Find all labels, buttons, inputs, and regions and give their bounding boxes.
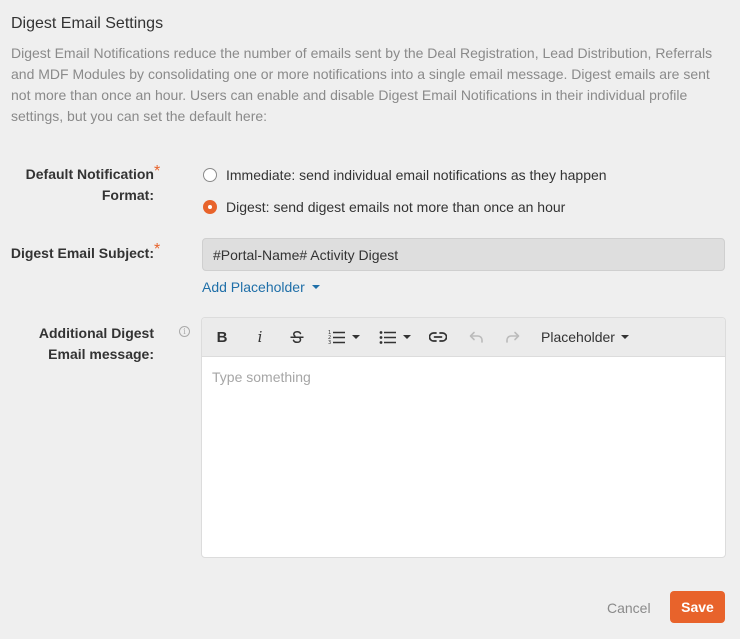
bullet-list-icon [379,331,396,344]
undo-icon [469,331,483,343]
bold-button[interactable]: B [212,318,232,356]
required-asterisk: * [154,241,161,258]
page-title: Digest Email Settings [11,15,164,32]
info-icon[interactable]: i [179,326,190,337]
message-label-line2: Email message: [48,346,154,362]
notification-format-label: Default Notification Format: [20,164,154,206]
add-placeholder-dropdown[interactable]: Add Placeholder [202,279,320,295]
ordered-list-dropdown[interactable]: 1 2 3 [326,318,362,356]
radio-digest-label: Digest: send digest emails not more than… [226,199,566,215]
radio-digest[interactable]: Digest: send digest emails not more than… [203,199,565,215]
placeholder-dropdown-label: Placeholder [541,329,615,345]
notification-format-label-line1: Default Notification [25,166,154,182]
subject-label: Digest Email Subject: [10,245,154,261]
strikethrough-icon [290,330,304,344]
chevron-down-icon [311,285,320,289]
save-button[interactable]: Save [670,591,725,623]
chevron-down-icon [352,335,360,339]
italic-button[interactable]: i [250,318,270,356]
undo-button[interactable] [465,318,487,356]
radio-button-immediate[interactable] [203,168,217,182]
required-asterisk: * [154,163,161,180]
editor-toolbar: B i 1 2 3 Placeholder [202,318,725,357]
message-label: Additional Digest Email message: [20,323,154,365]
chevron-down-icon [403,335,411,339]
radio-immediate-label: Immediate: send individual email notific… [226,167,607,183]
radio-immediate[interactable]: Immediate: send individual email notific… [203,167,607,183]
bullet-list-dropdown[interactable] [377,318,413,356]
message-label-line1: Additional Digest [38,325,154,341]
bold-icon: B [216,328,228,346]
redo-icon [506,331,520,343]
add-placeholder-label: Add Placeholder [202,279,305,295]
strikethrough-button[interactable] [287,318,307,356]
editor-placeholder-text: Type something [212,369,311,385]
subject-input[interactable] [202,238,725,271]
placeholder-dropdown[interactable]: Placeholder [540,318,630,356]
rich-text-editor[interactable]: B i 1 2 3 Placeholder Type something [201,317,726,558]
ordered-list-icon: 1 2 3 [328,330,345,345]
notification-format-label-line2: Format: [101,187,154,203]
link-button[interactable] [427,318,449,356]
cancel-button[interactable]: Cancel [597,592,661,623]
message-textarea[interactable]: Type something [202,357,725,547]
radio-button-digest[interactable] [203,200,217,214]
chevron-down-icon [620,335,629,339]
link-icon [429,332,447,342]
section-description: Digest Email Notifications reduce the nu… [11,45,713,124]
svg-text:3: 3 [328,340,331,345]
redo-button[interactable] [502,318,524,356]
italic-icon: i [257,328,263,346]
